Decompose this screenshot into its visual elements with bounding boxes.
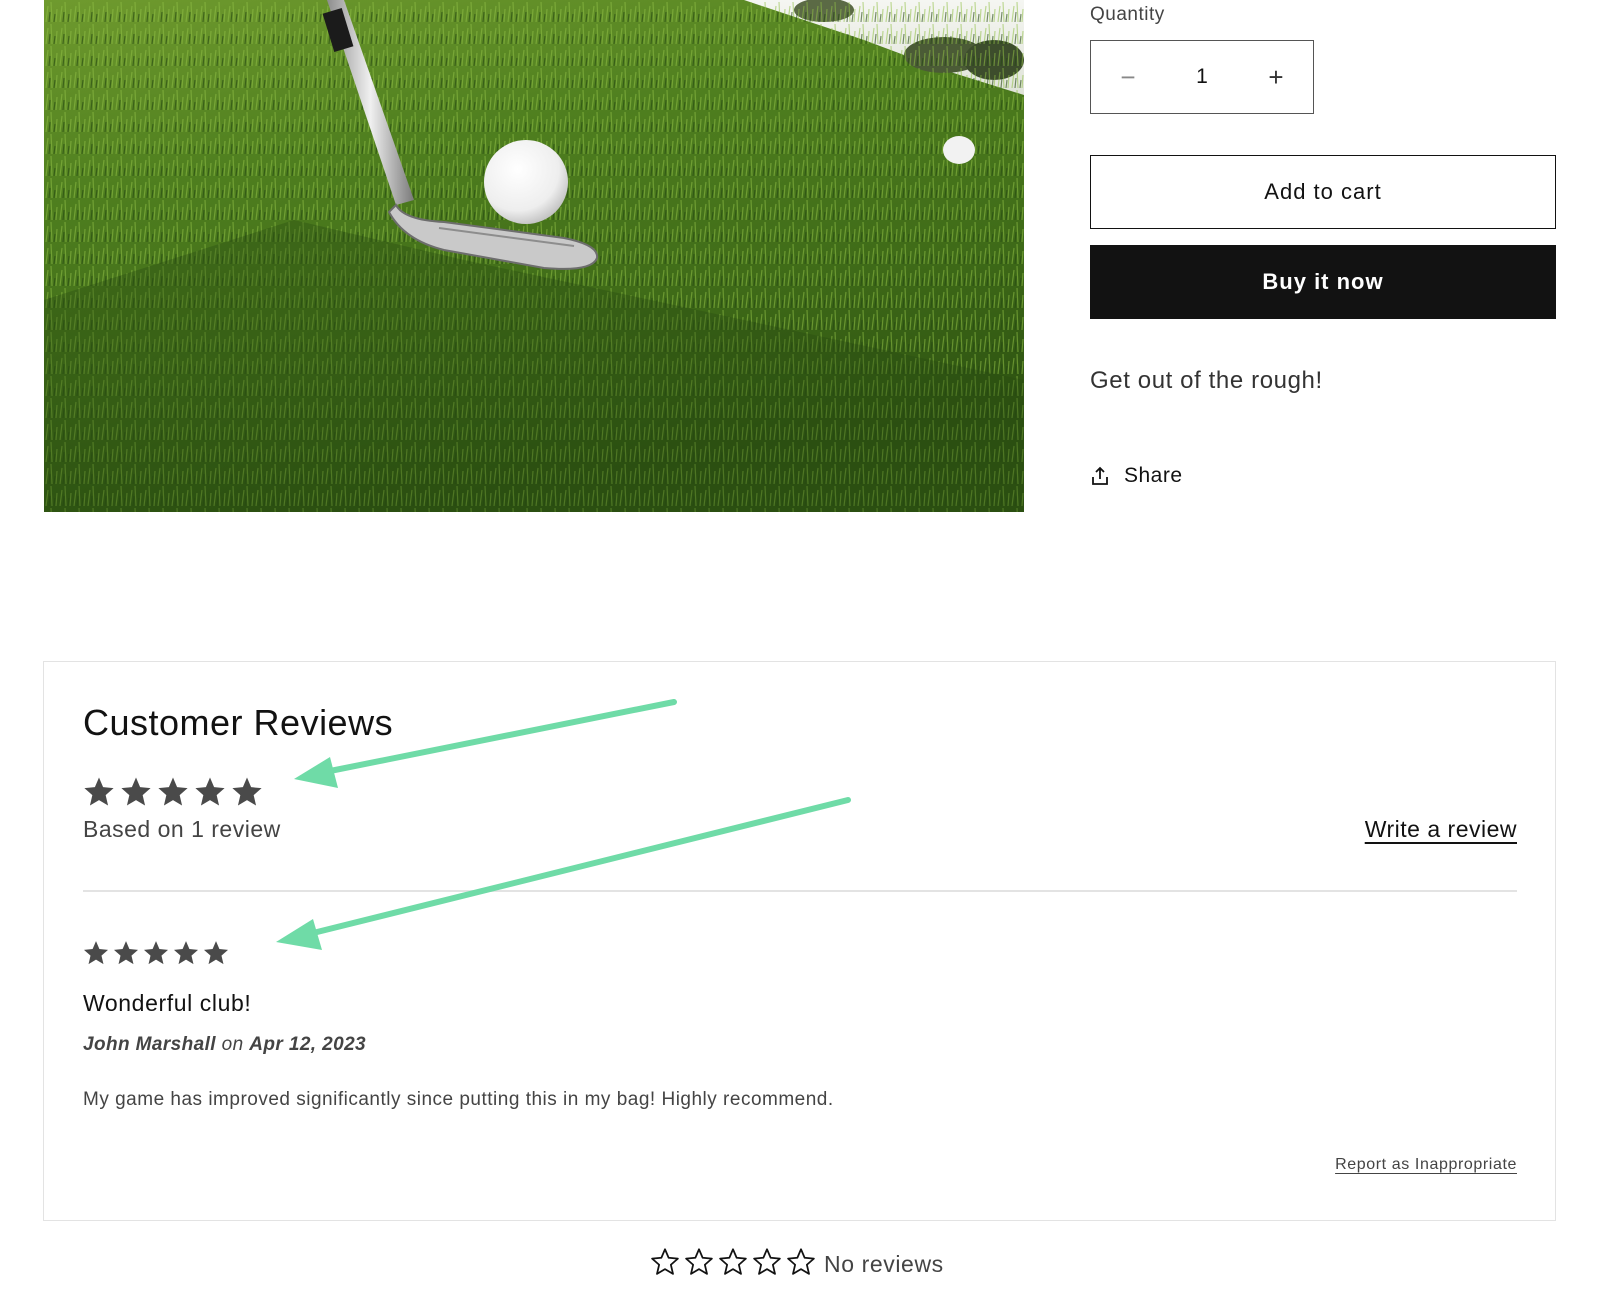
review-meta: John Marshall on Apr 12, 2023 — [83, 1034, 366, 1056]
customer-reviews-section: Customer Reviews Based on 1 review Write… — [43, 661, 1556, 1221]
reviews-summary: Based on 1 review — [83, 816, 281, 842]
review-author: John Marshall — [83, 1034, 216, 1055]
reviews-title: Customer Reviews — [83, 702, 394, 743]
golf-scene-image — [44, 0, 1024, 512]
product-image[interactable] — [44, 0, 1024, 512]
review-badge[interactable]: No reviews — [650, 1245, 944, 1278]
share-button[interactable]: Share — [1090, 464, 1183, 488]
star-empty-icon — [719, 1247, 747, 1275]
increase-quantity-button[interactable]: + — [1239, 41, 1313, 113]
review-on-word: on — [221, 1034, 244, 1055]
star-filled-icon — [158, 777, 188, 806]
plus-icon: + — [1268, 61, 1284, 92]
no-reviews-text: No reviews — [824, 1251, 944, 1277]
report-inappropriate-link[interactable]: Report as Inappropriate — [1335, 1156, 1517, 1174]
buy-it-now-button[interactable]: Buy it now — [1090, 245, 1556, 319]
star-filled-icon — [113, 941, 139, 965]
star-empty-icon — [787, 1247, 815, 1275]
star-empty-icon — [685, 1247, 713, 1275]
quantity-input[interactable] — [1165, 40, 1239, 114]
star-empty-icon — [753, 1247, 781, 1275]
review-date: Apr 12, 2023 — [249, 1034, 367, 1055]
star-filled-icon — [83, 941, 109, 965]
add-to-cart-button[interactable]: Add to cart — [1090, 155, 1556, 229]
share-label: Share — [1124, 464, 1183, 487]
star-filled-icon — [203, 941, 229, 965]
product-page: Quantity − + Add to cart Buy it now Get … — [0, 0, 1600, 1304]
share-icon — [1090, 466, 1110, 486]
star-filled-icon — [121, 777, 151, 806]
quantity-label: Quantity — [1090, 4, 1165, 25]
star-filled-icon — [195, 777, 225, 806]
minus-icon: − — [1120, 61, 1136, 92]
product-tagline: Get out of the rough! — [1090, 367, 1323, 394]
reviews-divider — [83, 890, 1517, 892]
decrease-quantity-button[interactable]: − — [1091, 41, 1165, 113]
star-filled-icon — [84, 777, 114, 806]
badge-rating-stars — [650, 1247, 816, 1277]
star-filled-icon — [173, 941, 199, 965]
star-filled-icon — [232, 777, 262, 806]
average-rating-stars — [82, 775, 264, 809]
quantity-stepper: − + — [1090, 40, 1314, 114]
write-review-link[interactable]: Write a review — [1365, 816, 1517, 843]
star-empty-icon — [651, 1247, 679, 1275]
review-rating-stars — [82, 939, 230, 967]
review-title: Wonderful club! — [83, 990, 252, 1016]
review-body: My game has improved significantly since… — [83, 1089, 834, 1110]
star-filled-icon — [143, 941, 169, 965]
